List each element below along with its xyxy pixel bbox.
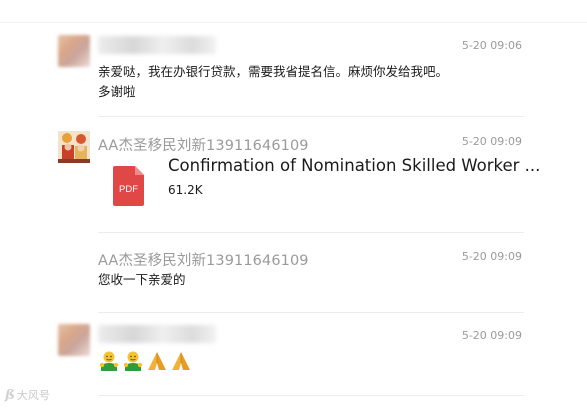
hug-emoji-icon [123,351,143,371]
message-item[interactable]: 5-20 09:06 亲爱哒，我在办银行贷款，需要我省提名信。麻烦你发给我吧。 … [58,35,524,105]
avatar[interactable] [58,324,90,356]
message-time: 5-20 09:09 [461,250,522,263]
sender-name: AA杰圣移民刘新13911646109 [98,138,309,154]
message-text-line: 多谢啦 [98,84,136,99]
message-text-line: 亲爱哒，我在办银行贷款，需要我省提名信。麻烦你发给我吧。 [98,64,449,79]
avatar[interactable] [58,131,90,163]
top-divider [0,22,587,23]
pdf-icon[interactable]: PDF [113,166,144,206]
chat-history-panel: 5-20 09:06 亲爱哒，我在办银行贷款，需要我省提名信。麻烦你发给我吧。 … [0,0,587,410]
watermark-logo: ß [5,387,15,403]
message-divider [98,395,524,396]
watermark: ß 大风号 [5,387,50,403]
sender-name-blurred [98,325,216,343]
avatar[interactable] [58,35,90,67]
message-time: 5-20 09:09 [461,329,522,342]
file-name[interactable]: Confirmation of Nomination Skilled Worke… [168,156,540,175]
sender-name-blurred [98,36,216,54]
message-divider [98,312,524,313]
message-time: 5-20 09:09 [461,135,522,148]
message-item[interactable]: AA杰圣移民刘新13911646109 5-20 09:09 您收一下亲爱的 [58,246,524,301]
message-divider [98,232,524,233]
sender-name: AA杰圣移民刘新13911646109 [98,253,309,269]
pray-hands-emoji-icon [172,352,190,370]
message-item[interactable]: 5-20 09:09 [58,322,524,382]
emoji-row [98,350,192,372]
pdf-icon-label: PDF [119,184,138,195]
message-item[interactable]: AA杰圣移民刘新13911646109 5-20 09:09 PDF Confi… [58,131,540,231]
pray-hands-emoji-icon [148,352,166,370]
hug-emoji-icon [99,351,119,371]
file-size: 61.2K [168,183,203,197]
avatar-image-icon [58,131,90,163]
message-time: 5-20 09:06 [461,39,522,52]
message-divider [98,116,524,117]
message-text-line: 您收一下亲爱的 [98,272,186,287]
watermark-text: 大风号 [16,389,50,402]
